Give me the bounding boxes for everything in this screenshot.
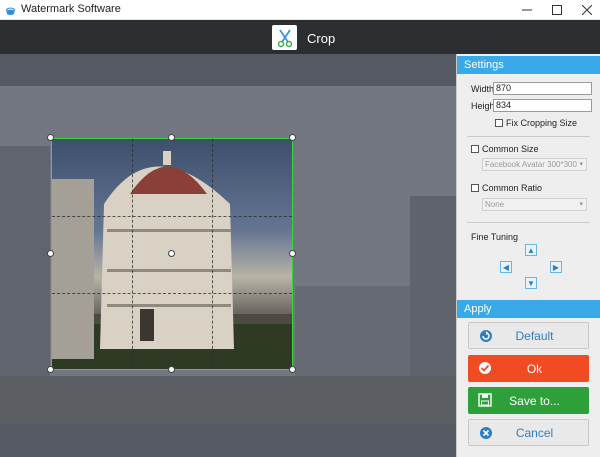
crop-tool-badge — [272, 25, 297, 50]
grid-line-vertical — [132, 139, 133, 369]
settings-section-header: Settings — [457, 56, 600, 74]
common-ratio-checkbox[interactable] — [471, 184, 479, 192]
page-title: Crop — [307, 31, 336, 46]
reset-icon — [479, 329, 493, 343]
crop-handle-middle-right[interactable] — [289, 250, 296, 257]
common-ratio-select[interactable]: None ▾ — [482, 198, 587, 211]
minimize-button[interactable] — [512, 0, 542, 20]
nudge-down-button[interactable]: ▼ — [525, 277, 537, 289]
settings-panel: Settings Width: 870 Height: 834 Fix Crop… — [456, 54, 600, 457]
arrow-right-icon: ▶ — [552, 262, 560, 272]
close-button[interactable] — [572, 0, 600, 20]
common-size-select[interactable]: Facebook Avatar 300*300 ▾ — [482, 158, 587, 171]
common-ratio-label: Common Ratio — [482, 183, 543, 193]
crop-handle-center[interactable] — [168, 250, 175, 257]
save-disk-icon — [478, 393, 492, 407]
fix-cropping-checkbox[interactable] — [495, 119, 503, 127]
window-title: Watermark Software — [21, 3, 121, 15]
crop-handle-top-center[interactable] — [168, 134, 175, 141]
crop-handle-middle-left[interactable] — [47, 250, 54, 257]
chevron-down-icon: ▾ — [579, 201, 583, 208]
app-logo-icon — [6, 7, 15, 15]
window-titlebar: Watermark Software — [0, 0, 600, 20]
check-icon — [478, 361, 492, 375]
width-input[interactable]: 870 — [493, 82, 592, 95]
scissors-icon — [277, 29, 292, 47]
maximize-button[interactable] — [542, 0, 572, 20]
crop-canvas[interactable] — [0, 54, 456, 457]
crop-handle-top-left[interactable] — [47, 134, 54, 141]
fine-tuning-label: Fine Tuning — [471, 232, 519, 242]
cancel-button[interactable]: Cancel — [468, 419, 589, 446]
common-size-value: Facebook Avatar 300*300 — [485, 160, 577, 169]
chevron-down-icon: ▾ — [579, 161, 583, 168]
crop-header: Crop — [0, 20, 600, 54]
common-size-label: Common Size — [482, 144, 539, 154]
common-size-checkbox[interactable] — [471, 145, 479, 153]
divider — [467, 222, 590, 223]
fix-cropping-label: Fix Cropping Size — [506, 118, 578, 128]
nudge-right-button[interactable]: ▶ — [550, 261, 562, 273]
grid-line-horizontal — [52, 293, 292, 294]
crop-handle-bottom-left[interactable] — [47, 366, 54, 373]
cancel-icon — [479, 426, 493, 440]
common-ratio-value: None — [485, 200, 505, 209]
minimize-icon — [522, 9, 532, 11]
close-icon — [582, 5, 592, 15]
crop-handle-top-right[interactable] — [289, 134, 296, 141]
arrow-up-icon: ▲ — [527, 245, 535, 255]
grid-line-vertical — [212, 139, 213, 369]
nudge-left-button[interactable]: ◀ — [500, 261, 512, 273]
arrow-left-icon: ◀ — [502, 262, 510, 272]
nudge-up-button[interactable]: ▲ — [525, 244, 537, 256]
divider — [467, 136, 590, 137]
crop-handle-bottom-right[interactable] — [289, 366, 296, 373]
crop-handle-bottom-center[interactable] — [168, 366, 175, 373]
arrow-down-icon: ▼ — [527, 278, 535, 288]
default-button[interactable]: Default — [468, 322, 589, 349]
save-to-button[interactable]: Save to... — [468, 387, 589, 414]
grid-line-horizontal — [52, 216, 292, 217]
ok-button[interactable]: Ok — [468, 355, 589, 382]
height-input[interactable]: 834 — [493, 99, 592, 112]
apply-section-header: Apply — [457, 300, 600, 318]
maximize-icon — [552, 5, 562, 15]
